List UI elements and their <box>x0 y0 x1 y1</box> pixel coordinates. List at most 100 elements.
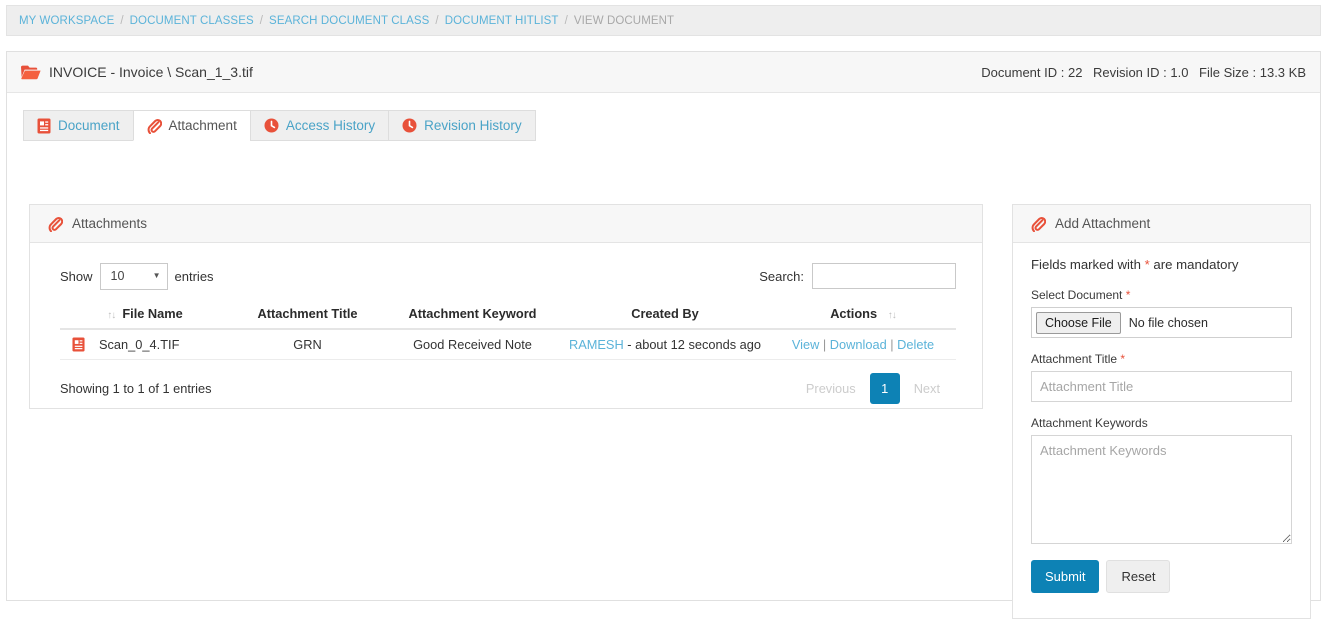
tab-access-history-label: Access History <box>286 118 375 133</box>
select-document-label: Select Document * <box>1031 288 1292 302</box>
reset-button[interactable]: Reset <box>1106 560 1170 593</box>
required-asterisk: * <box>1126 288 1131 302</box>
chevron-down-icon: ▼ <box>153 272 161 280</box>
delete-action-link[interactable]: Delete <box>897 337 934 352</box>
attachments-table-body: Scan_0_4.TIF GRN Good Received Note RAME… <box>60 329 956 360</box>
datatable-footer: Showing 1 to 1 of 1 entries Previous 1 N… <box>60 372 950 404</box>
clock-icon <box>264 118 279 133</box>
action-separator: | <box>890 337 893 352</box>
document-header: INVOICE - Invoice \ Scan_1_3.tif Documen… <box>7 52 1320 93</box>
show-label: Show <box>60 269 93 284</box>
choose-file-button[interactable]: Choose File <box>1036 312 1121 334</box>
breadcrumb-item-my-workspace[interactable]: MY WORKSPACE <box>19 15 114 27</box>
tab-revision-history-label: Revision History <box>424 118 522 133</box>
document-icon <box>72 337 85 352</box>
page-root: MY WORKSPACE / DOCUMENT CLASSES / SEARCH… <box>0 0 1327 613</box>
attachment-title-label-text: Attachment Title <box>1031 352 1120 366</box>
column-header-file-name-label: File Name <box>122 306 182 321</box>
column-header-file-name[interactable]: ↑↓ File Name <box>60 301 230 329</box>
breadcrumb-separator: / <box>260 15 263 27</box>
breadcrumb-separator: / <box>565 15 568 27</box>
breadcrumb-item-document-hitlist[interactable]: DOCUMENT HITLIST <box>445 15 559 27</box>
created-by-time: - about 12 seconds ago <box>627 337 761 352</box>
add-attachment-panel-title: Add Attachment <box>1055 216 1150 231</box>
add-attachment-form: Fields marked with * are mandatory Selec… <box>1013 243 1310 593</box>
submit-button[interactable]: Submit <box>1031 560 1099 593</box>
search-label: Search: <box>759 269 804 284</box>
content-card: INVOICE - Invoice \ Scan_1_3.tif Documen… <box>6 51 1321 601</box>
tab-access-history[interactable]: Access History <box>250 110 388 141</box>
document-title: INVOICE - Invoice \ Scan_1_3.tif <box>49 64 253 80</box>
attachments-table-head: ↑↓ File Name Attachment Title Attachment… <box>60 301 956 329</box>
download-action-link[interactable]: Download <box>830 337 887 352</box>
breadcrumb-separator: / <box>120 15 123 27</box>
table-row: Scan_0_4.TIF GRN Good Received Note RAME… <box>60 329 956 360</box>
tab-document[interactable]: Document <box>23 110 133 141</box>
created-by-user-link[interactable]: RAMESH <box>569 337 624 352</box>
tab-document-label: Document <box>58 118 120 133</box>
cell-actions: View | Download | Delete <box>770 329 956 360</box>
attachments-panel-body: Show 10 ▼ entries Search: <box>30 243 982 404</box>
tab-bar: Document Attachment Access History <box>23 110 536 141</box>
column-header-attachment-keyword[interactable]: Attachment Keyword <box>385 301 560 329</box>
tab-revision-history[interactable]: Revision History <box>388 110 536 141</box>
file-name-group: Scan_0_4.TIF <box>64 337 226 352</box>
action-separator: | <box>823 337 826 352</box>
breadcrumb-item-view-document: VIEW DOCUMENT <box>574 15 674 27</box>
entries-select[interactable]: 10 ▼ <box>100 263 168 290</box>
attachments-panel-title: Attachments <box>72 216 147 231</box>
column-header-created-by[interactable]: Created By <box>560 301 770 329</box>
add-attachment-panel-header: Add Attachment <box>1013 205 1310 243</box>
mandatory-note-prefix: Fields marked with <box>1031 257 1145 272</box>
sort-icon: ↑↓ <box>888 310 896 321</box>
tab-attachment-label: Attachment <box>169 118 237 133</box>
breadcrumb-item-document-classes[interactable]: DOCUMENT CLASSES <box>130 15 254 27</box>
pagination-previous[interactable]: Previous <box>796 373 866 404</box>
document-id-label: Document ID : 22 <box>981 65 1082 80</box>
tab-attachment[interactable]: Attachment <box>133 110 250 141</box>
table-header-row: ↑↓ File Name Attachment Title Attachment… <box>60 301 956 329</box>
breadcrumb-item-search-document-class[interactable]: SEARCH DOCUMENT CLASS <box>269 15 429 27</box>
clock-icon <box>402 118 417 133</box>
document-title-group: INVOICE - Invoice \ Scan_1_3.tif <box>21 64 253 80</box>
column-header-attachment-title[interactable]: Attachment Title <box>230 301 385 329</box>
datatable-controls: Show 10 ▼ entries Search: <box>60 261 956 291</box>
pagination-next[interactable]: Next <box>904 373 950 404</box>
breadcrumb-separator: / <box>435 15 438 27</box>
revision-id-label: Revision ID : 1.0 <box>1093 65 1188 80</box>
column-header-created-by-label: Created By <box>631 306 699 321</box>
document-meta: Document ID : 22 Revision ID : 1.0 File … <box>981 65 1306 80</box>
attachment-keywords-label: Attachment Keywords <box>1031 416 1292 430</box>
select-document-label-text: Select Document <box>1031 288 1126 302</box>
mandatory-note-suffix: are mandatory <box>1150 257 1239 272</box>
mandatory-note: Fields marked with * are mandatory <box>1031 257 1292 272</box>
view-action-link[interactable]: View <box>792 337 820 352</box>
column-header-attachment-keyword-label: Attachment Keyword <box>409 306 537 321</box>
attachments-table: ↑↓ File Name Attachment Title Attachment… <box>60 301 956 360</box>
paperclip-icon <box>1031 216 1046 232</box>
document-icon <box>37 118 51 134</box>
breadcrumb: MY WORKSPACE / DOCUMENT CLASSES / SEARCH… <box>6 5 1321 36</box>
pagination-page-1[interactable]: 1 <box>870 373 900 404</box>
paperclip-icon <box>48 216 63 232</box>
file-chosen-status: No file chosen <box>1129 316 1208 330</box>
cell-file-name: Scan_0_4.TIF <box>60 329 230 360</box>
datatable-search: Search: <box>759 263 956 289</box>
open-folder-icon <box>21 64 41 80</box>
file-size-label: File Size : 13.3 KB <box>1199 65 1306 80</box>
column-header-actions-label: Actions <box>830 306 877 321</box>
select-document-file-input[interactable]: Choose File No file chosen <box>1031 307 1292 338</box>
sort-icon: ↑↓ <box>107 310 115 321</box>
search-input[interactable] <box>812 263 956 289</box>
attachment-keywords-textarea[interactable] <box>1031 435 1292 544</box>
entries-length-control: Show 10 ▼ entries <box>60 263 214 290</box>
entries-label: entries <box>175 269 214 284</box>
cell-created-by: RAMESH - about 12 seconds ago <box>560 329 770 360</box>
datatable-info: Showing 1 to 1 of 1 entries <box>60 381 212 396</box>
column-header-actions[interactable]: Actions ↑↓ <box>770 301 956 329</box>
attachment-title-input[interactable] <box>1031 371 1292 402</box>
add-attachment-panel: Add Attachment Fields marked with * are … <box>1012 204 1311 619</box>
attachments-panel-header: Attachments <box>30 205 982 243</box>
file-name-text: Scan_0_4.TIF <box>99 337 179 352</box>
pagination: Previous 1 Next <box>796 373 950 404</box>
